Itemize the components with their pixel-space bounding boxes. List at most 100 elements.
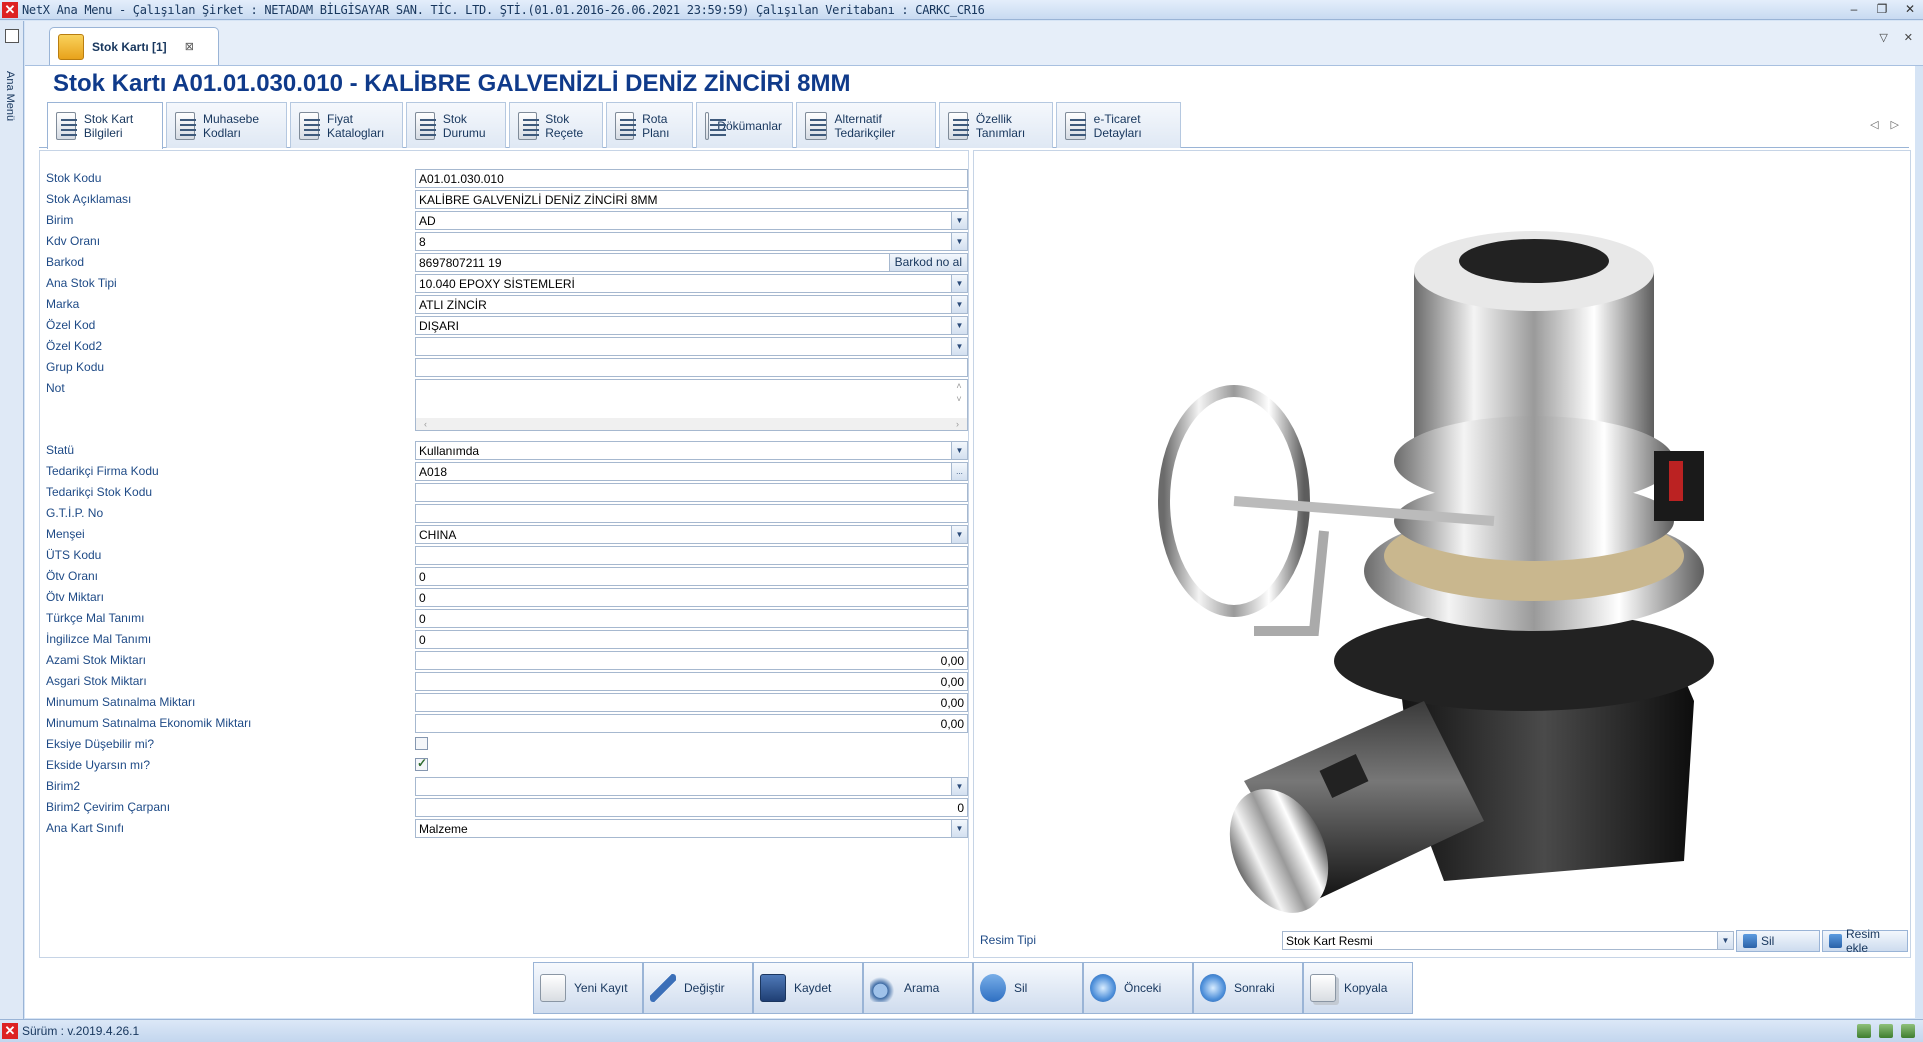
tray-icon[interactable] [1901,1024,1915,1038]
tab-stok-recete[interactable]: Stok Reçete [509,102,603,148]
main-menu-strip[interactable]: Ana Menü [0,21,24,1019]
stock-form-panel: Stok Kodu A01.01.030.010 Stok Açıklaması K… [39,150,969,958]
new-record-button[interactable]: Yeni Kayıt [533,962,643,1014]
dropdown-arrow-icon[interactable]: ▼ [951,296,967,313]
tedarikci-firma-kodu-input[interactable]: A018... [415,462,968,481]
scroll-right-icon[interactable]: › [956,418,959,430]
version-text: Sürüm : v.2019.4.26.1 [22,1024,140,1038]
ozel-kod-select[interactable]: DIŞARI ▼ [415,316,968,335]
turkce-mal-tanimi-input[interactable]: 0 [415,609,968,628]
tab-rota-plani[interactable]: Rota Planı [606,102,693,148]
main-menu-label[interactable]: Ana Menü [4,71,16,121]
barkod-no-al-button[interactable]: Barkod no al [888,254,967,271]
mensei-select[interactable]: CHINA ▼ [415,525,968,544]
ellipsis-button[interactable]: ... [951,463,967,480]
tab-muhasebe-kodlari[interactable]: Muhasebe Kodları [166,102,287,148]
save-button[interactable]: Kaydet [753,962,863,1014]
min-satinalma-ekonomik-input[interactable]: 0,00 [415,714,968,733]
row-tedarikci-firma-kodu: Tedarikçi Firma Kodu A018... [40,462,970,482]
eksiye-dusebilir-checkbox[interactable] [415,737,428,750]
scroll-right-icon[interactable]: ▷ [1891,118,1899,131]
stok-aciklamasi-input[interactable]: KALİBRE GALVENİZLİ DENİZ ZİNCİRİ 8MM [415,190,968,209]
dropdown-arrow-icon[interactable]: ▼ [951,442,967,459]
asgari-stok-input[interactable]: 0,00 [415,672,968,691]
next-button[interactable]: Sonraki [1193,962,1303,1014]
ekside-uyarsin-checkbox[interactable] [415,756,428,771]
tab-alternatif-tedarikciler[interactable]: Alternatif Tedarikçiler [796,102,936,148]
add-image-button[interactable]: Resim ekle [1822,927,1908,955]
field-label: Kdv Oranı [46,234,101,248]
row-uts-kodu: ÜTS Kodu [40,546,970,566]
barkod-input[interactable]: 8697807211 19 Barkod no al [415,253,968,272]
tab-stok-kart-bilgileri[interactable]: Stok Kart Bilgileri [47,102,163,149]
uts-kodu-input[interactable] [415,546,968,565]
memo-vertical-scrollbar[interactable]: ˄ ˅ [951,380,967,420]
scroll-left-icon[interactable]: ◁ [1870,118,1878,131]
delete-icon [980,974,1006,1002]
image-delete-button[interactable]: Sil [1736,930,1820,952]
dropdown-arrow-icon[interactable]: ▼ [1717,932,1733,949]
birim-select[interactable]: AD ▼ [415,211,968,230]
dropdown-arrow-icon[interactable]: ▼ [951,233,967,250]
birim2-carpani-input[interactable]: 0 [415,798,968,817]
field-label: Asgari Stok Miktarı [46,674,147,688]
otv-orani-input[interactable]: 0 [415,567,968,586]
field-label: Ötv Miktarı [46,590,105,604]
row-not: Not ˄ ˅ ‹ › [40,379,970,433]
tab-e-ticaret-detaylari[interactable]: e-Ticaret Detayları [1056,102,1181,148]
field-label: Grup Kodu [46,360,105,374]
restore-button[interactable]: ❐ [1875,2,1889,16]
pin-icon[interactable] [4,29,19,43]
app-close-icon[interactable]: ✕ [2,1,18,18]
dropdown-arrow-icon[interactable]: ▼ [951,778,967,795]
ana-stok-tipi-select[interactable]: 10.040 EPOXY SİSTEMLERİ ▼ [415,274,968,293]
otv-miktari-input[interactable]: 0 [415,588,968,607]
copy-button[interactable]: Kopyala [1303,962,1413,1014]
document-close-icon[interactable]: ✕ [1904,31,1913,44]
memo-horizontal-scrollbar[interactable]: ‹ › [416,418,967,430]
search-button[interactable]: Arama [863,962,973,1014]
tray-icon[interactable] [1857,1024,1871,1038]
image-type-select[interactable]: Stok Kart Resmi ▼ [1282,931,1734,950]
document-icon [805,111,827,140]
tab-list-dropdown-icon[interactable]: ▽ [1879,31,1887,44]
tab-fiyat-kataloglari[interactable]: Fiyat Katalogları [290,102,403,148]
kdv-orani-select[interactable]: 8 ▼ [415,232,968,251]
row-ana-stok-tipi: Ana Stok Tipi 10.040 EPOXY SİSTEMLERİ ▼ [40,274,970,294]
dropdown-arrow-icon[interactable]: ▼ [951,526,967,543]
grup-kodu-input[interactable] [415,358,968,377]
birim2-select[interactable]: ▼ [415,777,968,796]
delete-button[interactable]: Sil [973,962,1083,1014]
azami-stok-input[interactable]: 0,00 [415,651,968,670]
scroll-left-icon[interactable]: ‹ [424,418,427,430]
close-button[interactable]: ✕ [1903,2,1917,16]
ozel-kod2-select[interactable]: ▼ [415,337,968,356]
dropdown-arrow-icon[interactable]: ▼ [951,820,967,837]
dropdown-arrow-icon[interactable]: ▼ [951,338,967,355]
ana-kart-sinifi-select[interactable]: Malzeme ▼ [415,819,968,838]
tray-icon[interactable] [1879,1024,1893,1038]
tab-dokumanlar[interactable]: Dökümanlar [696,102,793,148]
tab-close-icon[interactable]: ⊠ [185,40,194,53]
dropdown-arrow-icon[interactable]: ▼ [951,317,967,334]
field-label: Minumum Satınalma Miktarı [46,695,196,709]
not-textarea[interactable]: ˄ ˅ ‹ › [415,379,968,431]
row-tedarikci-stok-kodu: Tedarikçi Stok Kodu [40,483,970,503]
stok-kodu-input[interactable]: A01.01.030.010 [415,169,968,188]
window-title: NetX Ana Menu - Çalışılan Şirket : NETAD… [22,2,985,17]
tab-ozellik-tanimlari[interactable]: Özellik Tanımları [939,102,1053,148]
row-ekside-uyarsin: Ekside Uyarsın mı? [40,756,970,776]
edit-button[interactable]: Değiştir [643,962,753,1014]
marka-select[interactable]: ATLI ZİNCİR ▼ [415,295,968,314]
gtip-no-input[interactable] [415,504,968,523]
minimize-button[interactable]: – [1847,2,1861,16]
dropdown-arrow-icon[interactable]: ▼ [951,275,967,292]
min-satinalma-input[interactable]: 0,00 [415,693,968,712]
tab-stok-karti[interactable]: Stok Kartı [1] ⊠ [49,27,219,65]
dropdown-arrow-icon[interactable]: ▼ [951,212,967,229]
ingilizce-mal-tanimi-input[interactable]: 0 [415,630,968,649]
statu-select[interactable]: Kullanımda ▼ [415,441,968,460]
tedarikci-stok-kodu-input[interactable] [415,483,968,502]
tab-stok-durumu[interactable]: Stok Durumu [406,102,506,148]
previous-button[interactable]: Önceki [1083,962,1193,1014]
